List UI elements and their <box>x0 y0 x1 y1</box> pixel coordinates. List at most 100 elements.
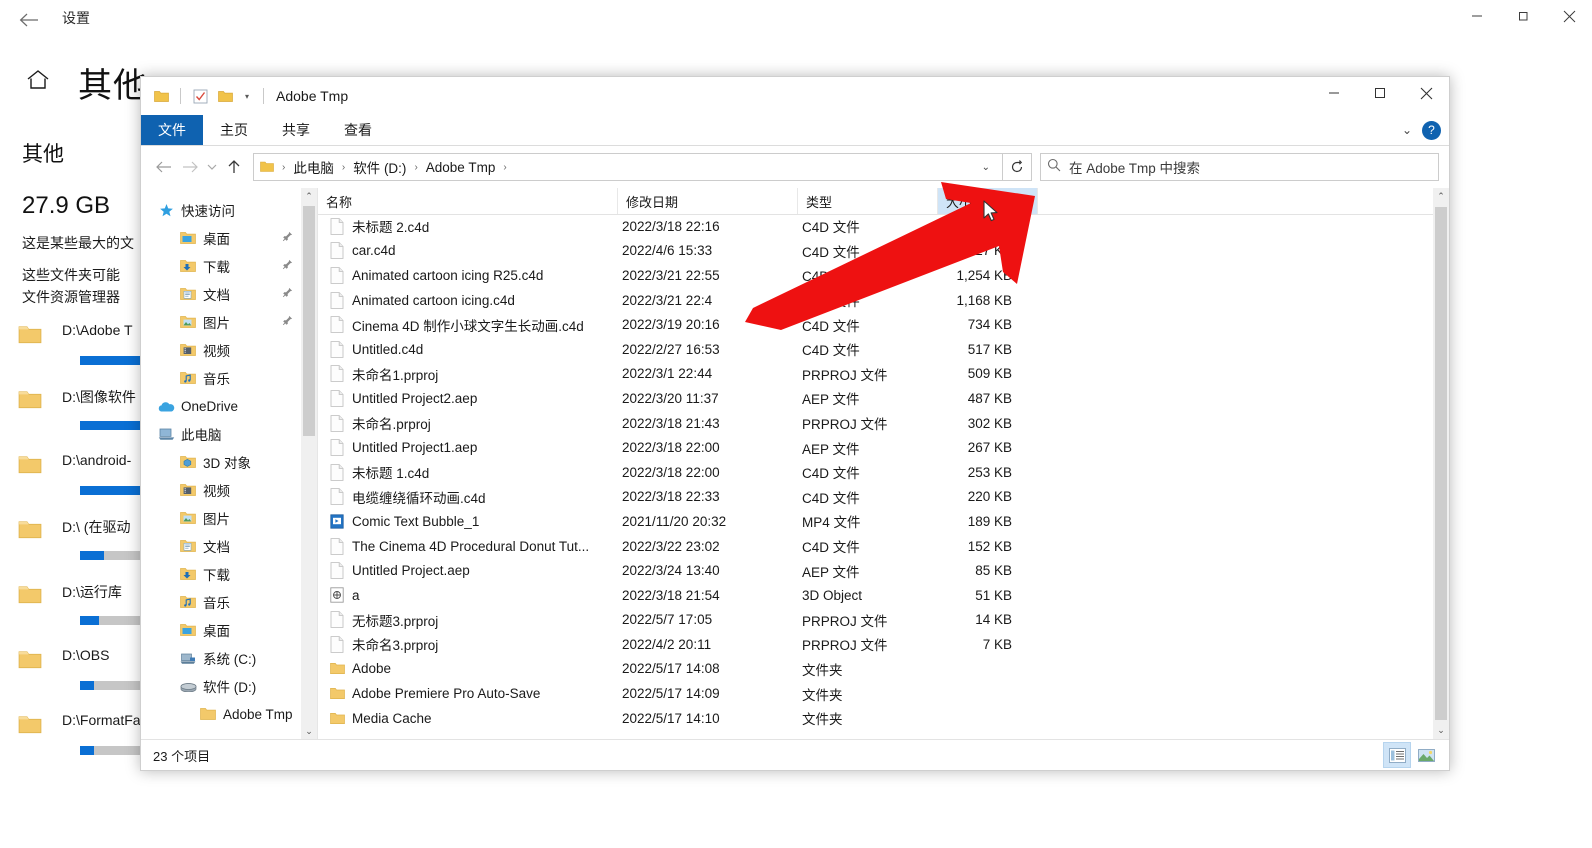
column-header-name[interactable]: 名称 <box>318 188 618 214</box>
nav-item-11[interactable]: 图片 <box>141 504 301 532</box>
folder-icon <box>326 712 348 725</box>
breadcrumb-item-1[interactable]: 软件 (D:) <box>351 157 408 177</box>
nav-item-9[interactable]: 3D 对象 <box>141 448 301 476</box>
back-button[interactable] <box>151 154 177 180</box>
search-input[interactable]: 在 Adobe Tmp 中搜索 <box>1040 153 1439 181</box>
settings-close-button[interactable] <box>1546 0 1592 32</box>
column-header-date[interactable]: 修改日期 <box>618 188 798 214</box>
toolbar-separator <box>180 88 181 104</box>
help-icon[interactable]: ? <box>1422 121 1441 140</box>
large-icons-view-icon[interactable] <box>1413 743 1439 767</box>
nav-item-1[interactable]: 桌面 <box>141 224 301 252</box>
scrollbar-thumb[interactable] <box>1435 207 1447 720</box>
nav-item-10[interactable]: 视频 <box>141 476 301 504</box>
nav-item-5[interactable]: 视频 <box>141 336 301 364</box>
nav-item-14[interactable]: 音乐 <box>141 588 301 616</box>
ribbon-tab-1[interactable]: 主页 <box>203 115 265 145</box>
nav-item-16[interactable]: 系统 (C:) <box>141 644 301 672</box>
nav-item-6[interactable]: 音乐 <box>141 364 301 392</box>
details-view-icon[interactable] <box>1383 742 1411 768</box>
nav-item-0[interactable]: 快速访问 <box>141 196 301 224</box>
ribbon-tab-2[interactable]: 共享 <box>265 115 327 145</box>
nav-item-label: 音乐 <box>203 592 230 612</box>
file-row[interactable]: 未标题 2.c4d2022/3/18 22:16C4D 文件8,078 KB <box>318 214 1433 239</box>
chevron-down-icon[interactable]: ⌄ <box>1402 123 1412 137</box>
home-icon[interactable] <box>26 69 50 96</box>
scrollbar-thumb[interactable] <box>303 206 315 436</box>
breadcrumb-item-2[interactable]: Adobe Tmp <box>424 160 498 175</box>
address-dropdown-chevron-down-icon[interactable]: ⌄ <box>974 162 998 173</box>
file-row[interactable]: Adobe2022/5/17 14:08文件夹 <box>318 657 1433 682</box>
nav-item-17[interactable]: 软件 (D:) <box>141 672 301 700</box>
up-button[interactable] <box>221 154 247 180</box>
file-row[interactable]: Untitled Project1.aep2022/3/18 22:00AEP … <box>318 435 1433 460</box>
nav-item-3[interactable]: 文档 <box>141 280 301 308</box>
new-folder-icon[interactable] <box>215 86 235 106</box>
nav-item-15[interactable]: 桌面 <box>141 616 301 644</box>
file-row[interactable]: Cinema 4D 制作小球文字生长动画.c4d2022/3/19 20:16C… <box>318 312 1433 337</box>
file-name-cell: Untitled.c4d <box>318 341 618 358</box>
nav-item-13[interactable]: 下载 <box>141 560 301 588</box>
chevron-down-icon[interactable]: ▾ <box>240 92 254 101</box>
file-row[interactable]: Adobe Premiere Pro Auto-Save2022/5/17 14… <box>318 681 1433 706</box>
settings-maximize-button[interactable] <box>1500 0 1546 32</box>
settings-minimize-button[interactable] <box>1454 0 1500 32</box>
file-size-cell: 7 KB <box>938 637 1038 652</box>
folder-icon[interactable] <box>151 86 171 106</box>
nav-item-18[interactable]: Adobe Tmp <box>141 700 301 728</box>
pin-icon[interactable] <box>282 315 293 329</box>
explorer-maximize-button[interactable] <box>1357 77 1403 109</box>
breadcrumb-item-0[interactable]: 此电脑 <box>291 157 336 177</box>
file-row[interactable]: Untitled.c4d2022/2/27 16:53C4D 文件517 KB <box>318 337 1433 362</box>
file-date-cell: 2022/3/18 22:33 <box>618 489 798 504</box>
file-row[interactable]: Comic Text Bubble_12021/11/20 20:32MP4 文… <box>318 509 1433 534</box>
file-row[interactable]: The Cinema 4D Procedural Donut Tut...202… <box>318 534 1433 559</box>
explorer-close-button[interactable] <box>1403 77 1449 109</box>
chevron-down-icon[interactable]: ⌄ <box>1433 722 1449 739</box>
refresh-button[interactable] <box>1003 153 1032 181</box>
file-list-scrollbar[interactable]: ⌃ ⌄ <box>1433 188 1449 739</box>
ribbon-tab-3[interactable]: 查看 <box>327 115 389 145</box>
nav-item-7[interactable]: OneDrive <box>141 392 301 420</box>
file-row[interactable]: Media Cache2022/5/17 14:10文件夹 <box>318 706 1433 731</box>
chevron-down-icon[interactable]: ⌄ <box>305 723 313 739</box>
file-row[interactable]: 未命名3.prproj2022/4/2 20:11PRPROJ 文件7 KB <box>318 632 1433 657</box>
nav-item-2[interactable]: 下载 <box>141 252 301 280</box>
column-header-size[interactable]: 大小⌃⌄ <box>938 188 1038 214</box>
forward-button[interactable] <box>177 154 203 180</box>
system-drive-icon <box>177 652 199 665</box>
file-row[interactable]: 未命名1.prproj2022/3/1 22:44PRPROJ 文件509 KB <box>318 362 1433 387</box>
folder-icon <box>18 519 42 539</box>
file-row[interactable]: 未命名.prproj2022/3/18 21:43PRPROJ 文件302 KB <box>318 411 1433 436</box>
recent-locations-icon[interactable] <box>203 154 221 180</box>
file-row[interactable]: Untitled Project.aep2022/3/24 13:40AEP 文… <box>318 558 1433 583</box>
pin-icon[interactable] <box>282 287 293 301</box>
file-row[interactable]: Animated cartoon icing.c4d2022/3/21 22:4… <box>318 288 1433 313</box>
settings-folder-usage-fill <box>80 746 94 755</box>
address-input[interactable]: › 此电脑 › 软件 (D:) › Adobe Tmp › ⌄ <box>253 153 1003 181</box>
column-header-type[interactable]: 类型 <box>798 188 938 214</box>
settings-back-button[interactable] <box>12 4 46 36</box>
chevron-up-icon[interactable]: ⌃ <box>305 188 313 204</box>
explorer-titlebar[interactable]: ▾ Adobe Tmp <box>141 77 1449 115</box>
nav-item-12[interactable]: 文档 <box>141 532 301 560</box>
file-date-cell: 2022/3/20 11:37 <box>618 391 798 406</box>
navigation-scrollbar[interactable]: ⌃ ⌄ <box>301 188 317 739</box>
explorer-minimize-button[interactable] <box>1311 77 1357 109</box>
file-row[interactable]: car.c4d2022/4/6 15:33C4D 文件7,527 KB <box>318 239 1433 264</box>
properties-checkmark-icon[interactable] <box>190 86 210 106</box>
chevron-down-icon[interactable]: ⌄ <box>1023 196 1031 207</box>
file-type-cell: PRPROJ 文件 <box>798 413 938 433</box>
file-row[interactable]: a2022/3/18 21:543D Object51 KB <box>318 583 1433 608</box>
file-row[interactable]: Untitled Project2.aep2022/3/20 11:37AEP … <box>318 386 1433 411</box>
ribbon-tab-0[interactable]: 文件 <box>141 115 203 145</box>
nav-item-4[interactable]: 图片 <box>141 308 301 336</box>
chevron-up-icon[interactable]: ⌃ <box>1433 188 1449 205</box>
file-row[interactable]: Animated cartoon icing R25.c4d2022/3/21 … <box>318 263 1433 288</box>
pin-icon[interactable] <box>282 259 293 273</box>
nav-item-8[interactable]: 此电脑 <box>141 420 301 448</box>
file-row[interactable]: 电缆缠绕循环动画.c4d2022/3/18 22:33C4D 文件220 KB <box>318 485 1433 510</box>
pin-icon[interactable] <box>282 231 293 245</box>
file-row[interactable]: 未标题 1.c4d2022/3/18 22:00C4D 文件253 KB <box>318 460 1433 485</box>
file-row[interactable]: 无标题3.prproj2022/5/7 17:05PRPROJ 文件14 KB <box>318 608 1433 633</box>
